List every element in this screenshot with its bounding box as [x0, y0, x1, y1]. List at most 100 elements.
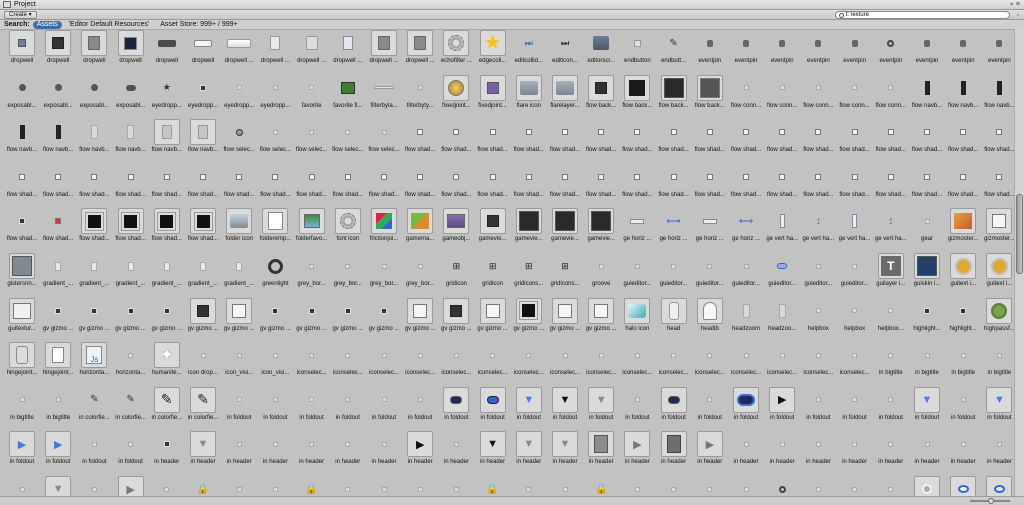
asset-item[interactable]: gamevie... — [583, 208, 619, 252]
asset-item[interactable]: flow shad... — [185, 164, 221, 208]
asset-item[interactable]: flow shad... — [511, 164, 547, 208]
asset-item[interactable]: endbutton — [619, 30, 655, 74]
asset-item[interactable]: in bigtitle — [981, 342, 1014, 386]
asset-item[interactable]: flow shad... — [475, 164, 511, 208]
menu-icon[interactable]: ≡ — [1016, 1, 1020, 8]
asset-item[interactable]: flow shad... — [511, 119, 547, 163]
asset-item[interactable]: in header — [800, 431, 836, 475]
asset-item[interactable]: flow shad... — [981, 164, 1014, 208]
asset-item[interactable]: Tguilayer i... — [873, 253, 909, 297]
asset-item[interactable]: font icon — [330, 208, 366, 252]
asset-item[interactable]: eventpin — [873, 30, 909, 74]
asset-item[interactable]: in header — [764, 431, 800, 475]
asset-item[interactable]: flow navb... — [76, 119, 112, 163]
asset-item[interactable]: ★ edgecoll... — [475, 30, 511, 74]
asset-item[interactable]: in header — [728, 431, 764, 475]
scope-assets-tab[interactable]: Assets — [32, 20, 62, 29]
asset-item[interactable]: flow shad... — [221, 164, 257, 208]
asset-item[interactable]: gv gizmo ... — [221, 297, 257, 342]
asset-item[interactable]: filterbyty... — [402, 75, 438, 119]
asset-item[interactable]: dropwell — [185, 30, 221, 74]
asset-item[interactable]: in foldout — [692, 387, 728, 431]
asset-item[interactable]: flow shad... — [692, 164, 728, 208]
asset-item[interactable]: flow shad... — [185, 208, 221, 252]
asset-item[interactable]: in foldout — [619, 387, 655, 431]
asset-item[interactable]: ⟷ ge horiz ... — [728, 208, 764, 252]
asset-item[interactable]: in header... — [76, 476, 112, 496]
asset-item[interactable]: eventpin — [728, 30, 764, 74]
asset-item[interactable]: headzoom — [728, 298, 764, 342]
asset-item[interactable]: gamevie... — [511, 208, 547, 252]
asset-item[interactable]: flow shad... — [149, 208, 185, 252]
asset-item[interactable]: flow shad... — [4, 208, 40, 252]
asset-item[interactable]: gradient_... — [149, 253, 185, 297]
asset-item[interactable]: fixedjoint... — [438, 74, 474, 119]
asset-item[interactable]: flow shad... — [873, 119, 909, 163]
asset-item[interactable]: in foldout — [257, 387, 293, 431]
asset-item[interactable]: ▼ in foldout — [583, 386, 619, 431]
asset-item[interactable]: highlight... — [945, 298, 981, 342]
asset-item[interactable]: in lockbut... — [149, 476, 185, 496]
asset-item[interactable]: ▼ in foldout — [909, 386, 945, 431]
asset-item[interactable]: in foldout — [330, 387, 366, 431]
asset-item[interactable]: ⊞ gridicon — [475, 253, 511, 297]
asset-item[interactable]: folderfavo... — [294, 208, 330, 252]
asset-item[interactable]: iconselec... — [583, 342, 619, 386]
asset-item[interactable]: flow selec... — [330, 119, 366, 163]
asset-item[interactable]: flow shad... — [837, 119, 873, 163]
asset-item[interactable]: in objectf... — [945, 476, 981, 496]
asset-item[interactable]: gv gizmo ... — [511, 297, 547, 342]
search-box[interactable]: ◦ — [835, 11, 1019, 19]
vertical-scrollbar[interactable] — [1014, 29, 1024, 496]
asset-item[interactable]: iconselec... — [837, 342, 873, 386]
asset-item[interactable]: ⊞ gridicon — [438, 253, 474, 297]
asset-item[interactable]: ▼ in foldout — [511, 386, 547, 431]
asset-item[interactable]: in lockbut... — [692, 476, 728, 496]
asset-item[interactable]: in lockbut... — [619, 476, 655, 496]
asset-item[interactable]: ↕ ge vert ha... — [873, 208, 909, 252]
asset-item[interactable]: eventpin — [909, 30, 945, 74]
asset-item[interactable]: gv gizmo ... — [330, 298, 366, 342]
asset-item[interactable]: in header — [294, 431, 330, 475]
asset-item[interactable]: gizmoster... — [981, 208, 1014, 252]
asset-item[interactable]: eventpin — [837, 30, 873, 74]
asset-item[interactable]: eventpin — [764, 30, 800, 74]
asset-item[interactable]: in foldout — [402, 387, 438, 431]
asset-item[interactable]: 🔒in lockbut... — [294, 476, 330, 496]
asset-item[interactable]: icon_visi... — [221, 342, 257, 386]
asset-item[interactable]: guieditor... — [728, 253, 764, 297]
asset-item[interactable]: flow conn... — [837, 75, 873, 119]
asset-item[interactable]: in header — [149, 431, 185, 475]
asset-item[interactable]: in objectf... — [837, 476, 873, 496]
asset-item[interactable]: flow shad... — [800, 164, 836, 208]
asset-item[interactable]: in header — [981, 431, 1014, 475]
asset-item[interactable]: ▼ in foldout — [981, 386, 1014, 431]
filter-icon[interactable]: ◦ — [1017, 12, 1019, 19]
asset-item[interactable]: in foldout — [113, 431, 149, 475]
asset-item[interactable]: flow shad... — [909, 119, 945, 163]
asset-item[interactable]: in foldout — [366, 387, 402, 431]
scrollbar-thumb[interactable] — [1016, 194, 1023, 274]
asset-item[interactable]: ▼in header... — [40, 476, 76, 496]
asset-item[interactable]: ▼ in header — [547, 431, 583, 475]
asset-item[interactable]: echofilter ... — [438, 30, 474, 74]
asset-item[interactable]: gamevie... — [475, 208, 511, 252]
asset-item[interactable]: flow shad... — [619, 119, 655, 163]
asset-item[interactable]: in objectf... — [873, 476, 909, 496]
asset-item[interactable]: iconselec... — [294, 342, 330, 386]
asset-item[interactable]: in objectf... — [764, 476, 800, 496]
asset-item[interactable]: flow navb... — [909, 75, 945, 119]
asset-item[interactable]: ✦ humanite... — [149, 342, 185, 386]
asset-item[interactable]: flow shad... — [583, 164, 619, 208]
asset-item[interactable]: flow shad... — [837, 164, 873, 208]
asset-item[interactable]: in lockbut... — [511, 476, 547, 496]
asset-item[interactable]: hingejoint... — [40, 342, 76, 386]
asset-item[interactable]: flow selec... — [294, 119, 330, 163]
asset-item[interactable]: ✎ in colorfie... — [149, 386, 185, 431]
asset-item[interactable]: gradient_... — [185, 253, 221, 297]
asset-item[interactable]: flow shad... — [692, 119, 728, 163]
asset-item[interactable]: exposabl... — [113, 75, 149, 119]
asset-item[interactable]: flow conn... — [873, 75, 909, 119]
asset-item[interactable]: headzoo... — [764, 298, 800, 342]
asset-item[interactable]: in bigtitle — [909, 342, 945, 386]
